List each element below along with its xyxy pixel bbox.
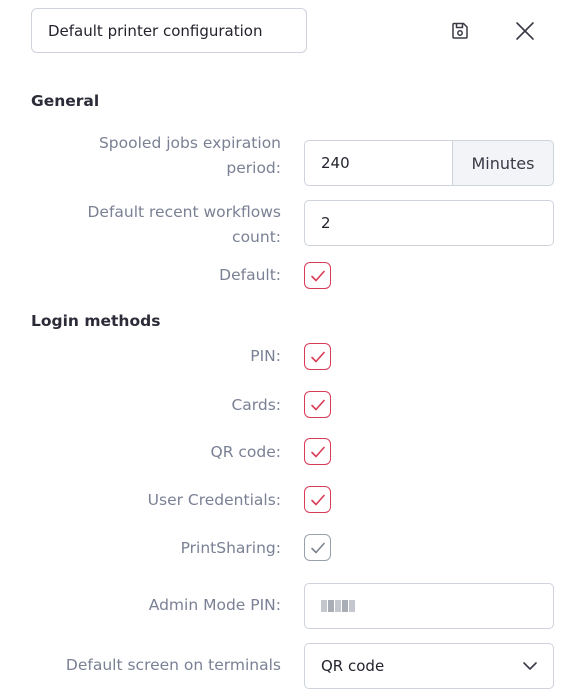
recent-workflows-label: Default recent workflows count:: [87, 200, 281, 250]
spool-unit-addon: Minutes: [452, 140, 554, 186]
user-credentials-checkbox[interactable]: [304, 486, 331, 513]
cards-checkbox[interactable]: [304, 391, 331, 418]
printsharing-checkbox[interactable]: [304, 534, 331, 561]
qr-code-checkbox[interactable]: [304, 438, 331, 465]
default-screen-label: Default screen on terminals: [65, 656, 281, 674]
default-checkbox[interactable]: [304, 262, 331, 289]
spool-expiration-label-line1: Spooled jobs expiration: [98, 134, 281, 152]
qr-code-label: QR code:: [210, 443, 282, 461]
configuration-name-input[interactable]: Default printer configuration: [31, 8, 307, 53]
save-button[interactable]: [448, 19, 472, 43]
admin-mode-pin-label: Admin Mode PIN:: [148, 596, 281, 614]
chevron-down-icon: [523, 662, 537, 670]
spool-expiration-input[interactable]: 240: [304, 140, 452, 186]
cards-label: Cards:: [231, 396, 281, 414]
save-icon: [452, 22, 468, 39]
section-title-login-methods: Login methods: [31, 312, 161, 330]
spool-expiration-label-line2: period:: [226, 159, 281, 177]
default-screen-value: QR code: [321, 657, 385, 675]
masked-pin-value: [321, 600, 356, 612]
printsharing-label: PrintSharing:: [180, 539, 281, 557]
recent-workflows-label-line2: count:: [232, 228, 281, 246]
checkmark-icon: [310, 446, 325, 457]
default-screen-select[interactable]: QR code: [304, 643, 554, 689]
pin-checkbox[interactable]: [304, 343, 331, 370]
section-title-general: General: [31, 92, 100, 110]
checkmark-icon: [310, 399, 325, 410]
default-label: Default:: [219, 266, 281, 284]
spool-expiration-label: Spooled jobs expiration period:: [99, 131, 281, 181]
checkmark-icon: [310, 351, 325, 362]
admin-mode-pin-input[interactable]: [304, 583, 554, 629]
pin-label: PIN:: [250, 347, 281, 365]
close-button[interactable]: [512, 18, 538, 44]
checkmark-icon: [310, 542, 325, 553]
user-credentials-label: User Credentials:: [147, 491, 281, 509]
recent-workflows-label-line1: Default recent workflows: [87, 203, 281, 221]
spool-expiration-group: 240 Minutes: [304, 140, 554, 186]
recent-workflows-input[interactable]: 2: [304, 200, 554, 246]
checkmark-icon: [310, 270, 325, 281]
close-icon: [516, 22, 534, 40]
checkmark-icon: [310, 494, 325, 505]
